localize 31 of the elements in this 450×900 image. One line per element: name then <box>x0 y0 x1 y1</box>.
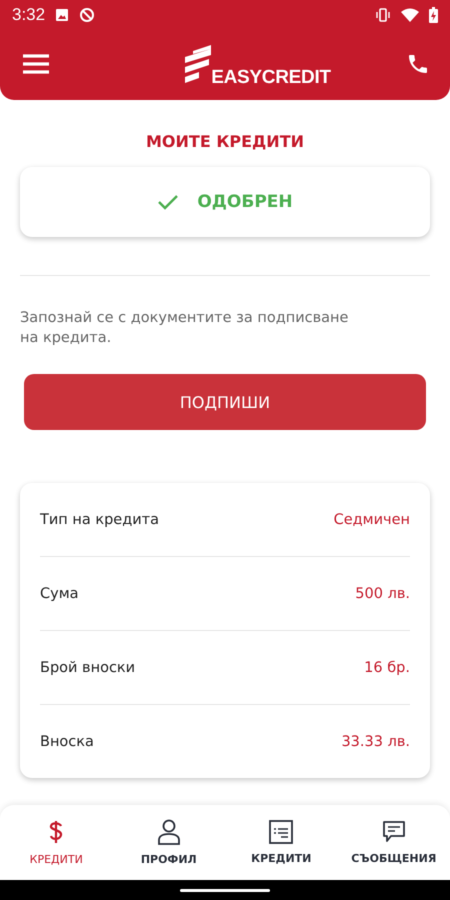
chat-icon <box>382 820 406 844</box>
detail-label: Сума <box>40 586 79 602</box>
detail-value: 500 лв. <box>355 586 410 602</box>
status-label: ОДОБРЕН <box>197 192 293 212</box>
image-icon <box>55 8 70 22</box>
battery-icon <box>429 7 438 23</box>
detail-value: 33.33 лв. <box>341 734 410 750</box>
vibrate-icon <box>375 8 391 22</box>
menu-icon[interactable] <box>22 53 50 75</box>
home-indicator[interactable] <box>180 888 270 892</box>
detail-value: 16 бр. <box>364 660 410 676</box>
status-time: 3:32 <box>12 5 46 25</box>
detail-label: Тип на кредита <box>40 512 160 528</box>
page-title: МОИТЕ КРЕДИТИ <box>144 132 305 151</box>
detail-value: Седмичен <box>334 512 410 528</box>
sync-off-icon <box>79 7 96 23</box>
phone-icon[interactable] <box>406 52 430 76</box>
wifi-icon <box>401 8 419 22</box>
logo-mark-icon <box>185 45 214 83</box>
dollar-icon <box>48 819 64 845</box>
nav-tab[interactable]: КРЕДИТИ <box>225 805 338 880</box>
sign-button[interactable]: ПОДПИШИ <box>24 374 426 430</box>
list-icon <box>269 820 294 844</box>
nav-tab[interactable]: КРЕДИТИ <box>0 805 112 880</box>
nav-tab[interactable]: СЪОБЩЕНИЯ <box>338 805 450 880</box>
instruction-text: Запознай се с документите за подписване на кредита. <box>20 309 350 348</box>
person-icon <box>156 819 181 845</box>
nav-tab[interactable]: ПРОФИЛ <box>112 805 225 880</box>
detail-label: Брой вноски <box>40 660 136 676</box>
detail-label: Вноска <box>40 734 94 750</box>
logo-text: EASYCREDIT <box>211 67 331 89</box>
